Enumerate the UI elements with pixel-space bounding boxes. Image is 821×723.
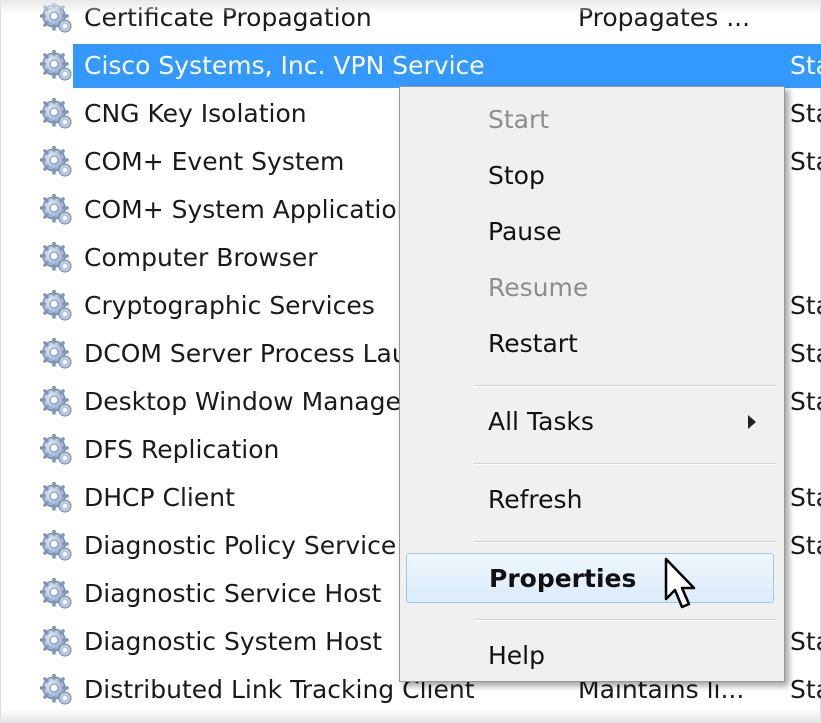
gears-icon [39,577,74,610]
service-status: Sta [790,99,821,128]
menu-item-label: Properties [489,564,637,593]
mouse-cursor-icon [664,557,696,609]
gears-icon [39,625,74,658]
service-status [790,426,821,474]
menu-item-label: Refresh [488,485,583,514]
service-status [790,186,821,234]
service-status: Sta [790,291,821,320]
gears-icon [39,49,74,82]
menu-separator [474,541,776,543]
service-description [578,42,778,90]
service-status: Sta [790,147,821,176]
menu-item-restart[interactable]: Restart [402,319,780,369]
service-status [790,570,821,618]
menu-item-label: Pause [488,217,562,246]
menu-item-label: Restart [488,329,578,358]
menu-item-all-tasks[interactable]: All Tasks [402,397,780,447]
service-status: Sta [790,675,821,704]
menu-item-pause[interactable]: Pause [402,207,780,257]
menu-item-help[interactable]: Help [402,631,780,681]
gears-icon [39,145,74,178]
gears-icon [39,337,74,370]
gears-icon [39,241,74,274]
service-row[interactable]: Certificate Propagation Propagates ... [0,0,821,42]
service-status: Sta [790,627,821,656]
gears-icon [39,433,74,466]
gears-icon [39,289,74,322]
service-row[interactable]: Cisco Systems, Inc. VPN ServiceSta [0,42,821,90]
gears-icon [39,481,74,514]
menu-item-resume[interactable]: Resume [402,263,780,313]
gears-icon [39,673,74,706]
gears-icon [39,193,74,226]
service-status: Sta [790,51,821,80]
gears-icon [39,1,74,34]
submenu-arrow-icon [748,415,756,429]
gears-icon [39,385,74,418]
gears-icon [39,97,74,130]
menu-separator [474,619,776,621]
service-status [790,0,821,42]
menu-item-label: Start [488,105,550,134]
menu-separator [474,463,776,465]
service-status: Sta [790,531,821,560]
menu-item-start[interactable]: Start [402,95,780,145]
service-description: Propagates ... [578,3,751,32]
menu-item-properties[interactable]: Properties [406,553,774,603]
menu-separator [474,385,776,387]
services-window: Certificate Propagation Propagates ... Ci… [0,0,821,723]
menu-item-refresh[interactable]: Refresh [402,475,780,525]
menu-item-label: All Tasks [488,407,594,436]
menu-item-label: Help [488,641,545,670]
context-menu: Start Stop Pause Resume Restart All Tasks Refr… [399,86,785,682]
service-status: Sta [790,387,821,416]
menu-item-label: Resume [488,273,589,302]
gears-icon [39,529,74,562]
service-status: Sta [790,483,821,512]
service-status [790,234,821,282]
menu-item-stop[interactable]: Stop [402,151,780,201]
service-status: Sta [790,339,821,368]
menu-item-label: Stop [488,161,545,190]
